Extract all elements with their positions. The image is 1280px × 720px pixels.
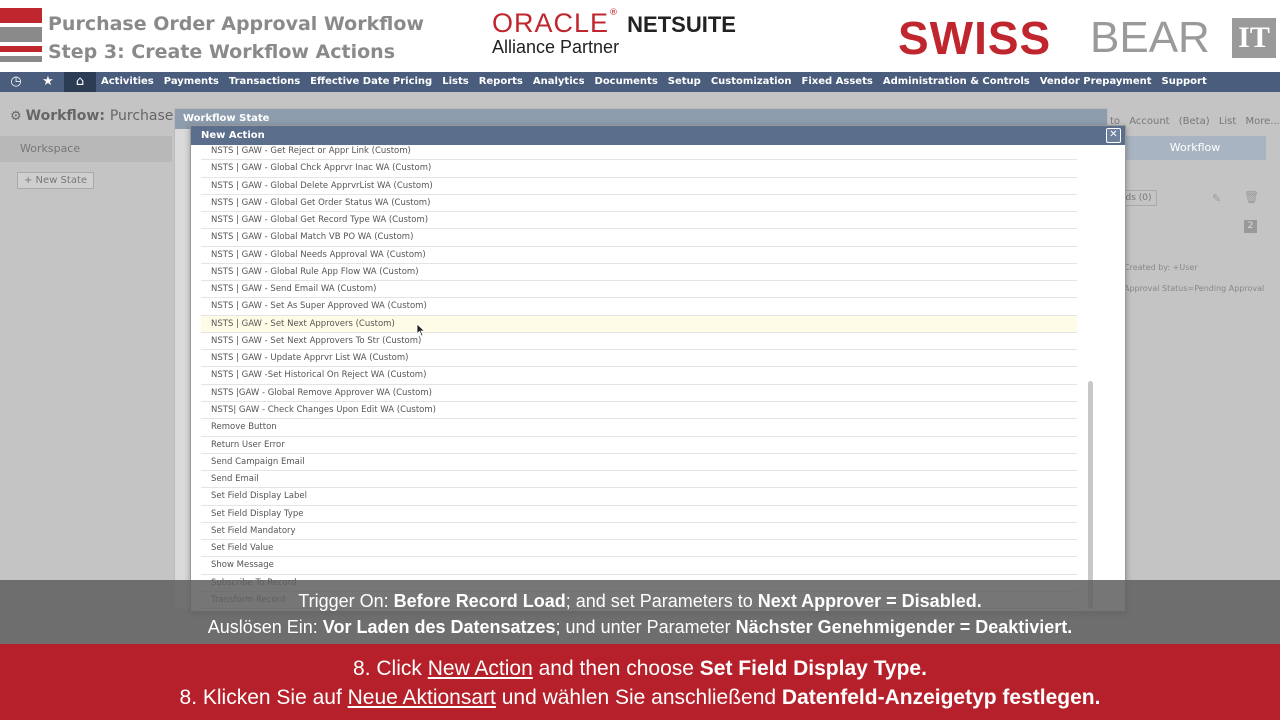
nav-documents[interactable]: Documents [590,72,663,92]
text: Trigger On: [298,591,394,611]
action-type-list: NSTS | GAW - Get Reject or Appr Link (Cu… [201,143,1077,610]
text: Auslösen Ein: [207,617,323,637]
new-action-title: New Action [201,130,265,141]
oracle-wordmark: ORACLE [492,8,610,38]
action-list-item[interactable]: NSTS | GAW - Global Delete ApprvrList WA… [201,178,1077,195]
stripe [0,27,42,42]
it-logo: IT [1232,18,1276,58]
close-icon[interactable]: ✕ [1106,128,1121,143]
action-list-item[interactable]: Return User Error [201,437,1077,454]
action-list-item[interactable]: Remove Button [201,419,1077,437]
action-list-item[interactable]: NSTS | GAW - Send Email WA (Custom) [201,281,1077,299]
oracle-netsuite-logo: ORACLE® NETSUITE Alliance Partner [492,8,736,57]
workflow-tab[interactable]: Workflow [1124,136,1266,160]
subtitle-german: Auslösen Ein: Vor Laden des Datensatzes;… [0,614,1280,640]
nav-fixed-assets[interactable]: Fixed Assets [797,72,878,92]
text-bold: Set Field Display Type. [699,657,927,680]
nav-lists[interactable]: Lists [437,72,473,92]
text: und wählen Sie anschließend [495,686,782,709]
text-bold: Datenfeld-Anzeigetyp festlegen. [781,686,1101,709]
text: ; und unter Parameter [555,617,736,637]
action-list-item[interactable]: NSTS |GAW - Global Remove Approver WA (C… [201,385,1077,402]
page-title: ⚙ Workflow: Purchase C [10,108,188,124]
new-action-dialog: New Action ✕ NSTS | GAW - Get Reject or … [190,125,1126,612]
text-bold: Next Approver = Disabled. [757,591,982,611]
action-list-item[interactable]: Send Email [201,471,1077,489]
banner-title-line2: Step 3: Create Workflow Actions [48,41,396,63]
action-list-item[interactable]: Set Field Value [201,540,1077,558]
workspace-header: Workspace [0,136,172,162]
action-list-item[interactable]: Show Message [201,557,1077,575]
netsuite-wordmark: NETSUITE [627,12,736,37]
text: 8. Klicken Sie auf [179,686,348,709]
text-bold: Before Record Load [393,591,566,611]
video-banner: Purchase Order Approval Workflow Step 3:… [0,0,1280,72]
action-list-item[interactable]: NSTS | GAW - Global Get Order Status WA … [201,195,1077,213]
instruction-german: 8. Klicken Sie auf Neue Aktionsart und w… [0,683,1280,712]
approval-status-text: Approval Status=Pending Approval [1124,284,1265,293]
nav-payments[interactable]: Payments [159,72,224,92]
action-list-item[interactable]: Set Field Mandatory [201,523,1077,541]
count-badge: 2 [1244,220,1257,233]
action-list-item[interactable]: NSTS | GAW - Set Next Approvers To Str (… [201,333,1077,351]
swiss-logo: SWISS [898,12,1052,64]
banner-title-line1: Purchase Order Approval Workflow [48,13,424,35]
action-list-item[interactable]: NSTS | GAW - Global Chck Apprvr Inac WA … [201,160,1077,178]
nav-activities[interactable]: Activities [96,72,159,92]
subtitle-english: Trigger On: Before Record Load; and set … [0,588,1280,614]
edit-icon[interactable]: ✎ [1212,192,1221,205]
action-list-item[interactable]: NSTS | GAW - Update Apprvr List WA (Cust… [201,350,1077,368]
trash-icon[interactable]: 🗑 [1244,190,1259,204]
action-list-item[interactable]: NSTS | GAW - Set As Super Approved WA (C… [201,298,1077,316]
nav-support[interactable]: Support [1157,72,1212,92]
star-icon[interactable]: ★ [32,72,64,92]
instruction-english: 8. Click New Action and then choose Set … [0,654,1280,683]
new-action-link: New Action [427,657,533,680]
action-list-item[interactable]: NSTS | GAW - Set Next Approvers (Custom) [201,315,1077,333]
mouse-cursor-icon [416,323,426,337]
bear-logo: BEAR [1090,13,1210,62]
text-bold: Vor Laden des Datensatzes [322,617,556,637]
workflow-icon: ⚙ [10,109,22,124]
action-list-item[interactable]: Send Campaign Email [201,454,1077,472]
banner-stripes [0,8,42,66]
home-icon[interactable]: ⌂ [64,72,96,92]
nav-analytics[interactable]: Analytics [528,72,590,92]
nav-effective-date-pricing[interactable]: Effective Date Pricing [305,72,437,92]
action-list-item[interactable]: NSTS | GAW -Set Historical On Reject WA … [201,367,1077,385]
alliance-partner-text: Alliance Partner [492,37,620,57]
new-state-button[interactable]: + New State [17,172,95,189]
stripe [0,56,42,62]
subtitle-red: 8. Click New Action and then choose Set … [0,644,1280,720]
text: and then choose [532,657,700,680]
subtitle-grey: Trigger On: Before Record Load; and set … [0,580,1280,644]
action-list-item[interactable]: NSTS | GAW - Get Reject or Appr Link (Cu… [201,143,1077,161]
action-list-item[interactable]: Set Field Display Type [201,506,1077,523]
action-list-item[interactable]: NSTS | GAW - Global Get Record Type WA (… [201,212,1077,230]
main-nav: ◷ ★ ⌂ Activities Payments Transactions E… [0,72,1280,92]
neue-aktionsart-link: Neue Aktionsart [347,686,496,709]
action-list-item[interactable]: Set Field Display Label [201,488,1077,506]
nav-reports[interactable]: Reports [474,72,528,92]
banner-title: Purchase Order Approval Workflow Step 3:… [48,10,424,66]
text-bold: Nächster Genehmigender = Deaktiviert. [735,617,1073,637]
recent-icon[interactable]: ◷ [0,72,32,92]
stripe [0,8,42,23]
right-links[interactable]: to Account (Beta) List More... [1110,116,1280,127]
created-by-text: Created by: +User [1124,263,1198,272]
action-list-item[interactable]: NSTS | GAW - Global Needs Approval WA (C… [201,247,1077,264]
nav-customization[interactable]: Customization [706,72,797,92]
stripe [0,46,42,52]
action-list-item[interactable]: NSTS | GAW - Global Match VB PO WA (Cust… [201,229,1077,247]
text: ; and set Parameters to [565,591,758,611]
text: 8. Click [353,657,428,680]
page-title-prefix: Workflow: [25,108,105,124]
action-list-item[interactable]: NSTS | GAW - Global Rule App Flow WA (Cu… [201,264,1077,282]
scrollbar-thumb[interactable] [1088,381,1093,609]
nav-vendor-prepayment[interactable]: Vendor Prepayment [1035,72,1157,92]
nav-setup[interactable]: Setup [663,72,706,92]
nav-transactions[interactable]: Transactions [224,72,305,92]
nav-administration-controls[interactable]: Administration & Controls [878,72,1035,92]
action-list-item[interactable]: NSTS| GAW - Check Changes Upon Edit WA (… [201,402,1077,420]
